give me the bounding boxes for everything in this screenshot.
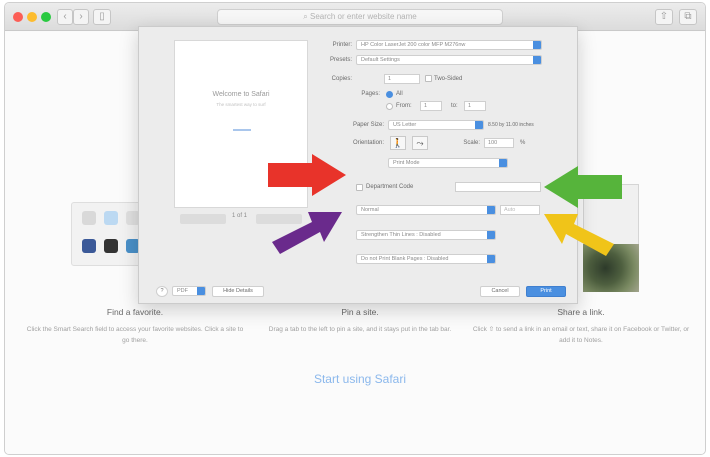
presets-label: Presets:	[329, 57, 352, 63]
sidebar-toggle-button[interactable]: ▯	[93, 9, 111, 25]
two-sided-checkbox[interactable]	[425, 75, 432, 82]
chevron-down-icon	[487, 231, 495, 239]
pdf-label: PDF	[177, 288, 188, 294]
apple-icon	[82, 211, 96, 225]
chevron-down-icon	[533, 56, 541, 64]
print-button[interactable]: Print	[526, 286, 566, 297]
printer-popup[interactable]: HP Color LaserJet 200 color MFP M276nw	[356, 40, 542, 50]
blank-pages-value: Do not Print Blank Pages : Disabled	[361, 256, 449, 262]
paper-size-popup[interactable]: US Letter	[388, 120, 484, 130]
chevron-down-icon	[533, 41, 541, 49]
page-count: 1 of 1	[232, 213, 248, 219]
tabs-overview-icon[interactable]: ⧉	[679, 9, 697, 25]
print-section-popup[interactable]: Print Mode	[388, 158, 508, 168]
blank-pages-popup[interactable]: Do not Print Blank Pages : Disabled	[356, 254, 496, 264]
landscape-orientation-button[interactable]: ⤳	[412, 136, 428, 150]
thin-lines-value: Strengthen Thin Lines : Disabled	[361, 232, 441, 238]
print-mode-value: Normal	[361, 207, 379, 213]
icloud-icon	[104, 211, 118, 225]
zoom-window-button[interactable]	[41, 12, 51, 22]
chevron-down-icon	[487, 206, 495, 214]
print-section-value: Print Mode	[393, 160, 420, 166]
preview-subtitle: The smartest way to surf	[216, 102, 266, 107]
presets-value: Default Settings	[361, 57, 400, 63]
mode-right-field[interactable]: Auto	[500, 205, 540, 215]
feature-text: Click the Smart Search field to access y…	[26, 326, 244, 344]
pages-all-radio[interactable]	[386, 91, 393, 98]
department-code-checkbox[interactable]	[356, 184, 363, 191]
search-icon: ⌕	[303, 12, 310, 21]
feature-text: Drag a tab to the left to pin a site, an…	[268, 326, 452, 333]
scale-label: Scale:	[463, 140, 480, 146]
feature-title: Share a link.	[557, 307, 605, 317]
scale-unit: %	[520, 140, 526, 146]
facebook-icon	[82, 239, 96, 253]
department-code-label: Department Code	[366, 184, 414, 190]
cancel-button[interactable]: Cancel	[480, 286, 520, 297]
chevron-down-icon	[197, 287, 205, 295]
help-button[interactable]: ?	[156, 286, 168, 297]
purple-arrow	[272, 212, 342, 254]
print-mode-popup[interactable]: Normal	[356, 205, 496, 215]
chevron-down-icon	[499, 159, 507, 167]
orientation-label: Orientation:	[352, 140, 384, 146]
department-code-field[interactable]	[455, 182, 541, 192]
pages-label: Pages:	[361, 91, 380, 97]
paper-dimensions: 8.50 by 11.00 inches	[488, 122, 534, 128]
feature-text: Click ⇧ to send a link in an email or te…	[472, 326, 690, 344]
preview-link-line	[233, 129, 251, 131]
copies-field[interactable]: 1	[384, 74, 420, 84]
feature-pin: Pin a site. Drag a tab to the left to pi…	[250, 307, 470, 335]
paper-size-value: US Letter	[393, 122, 417, 128]
yellow-arrow	[544, 214, 614, 256]
minimize-window-button[interactable]	[27, 12, 37, 22]
start-using-safari-link[interactable]: Start using Safari	[260, 372, 460, 386]
presets-popup[interactable]: Default Settings	[356, 55, 542, 65]
chevron-down-icon	[487, 255, 495, 263]
smart-search-field[interactable]: ⌕ Search or enter website name	[217, 9, 503, 25]
thin-lines-popup[interactable]: Strengthen Thin Lines : Disabled	[356, 230, 496, 240]
pages-to-label: to:	[451, 103, 458, 109]
feature-share: Share a link. Click ⇧ to send a link in …	[471, 307, 691, 346]
scale-field[interactable]: 100	[484, 138, 514, 148]
chevron-down-icon	[475, 121, 483, 129]
back-button[interactable]: ‹	[57, 9, 73, 25]
printer-value: HP Color LaserJet 200 color MFP M276nw	[361, 42, 466, 48]
paper-size-label: Paper Size:	[352, 122, 384, 128]
preview-title: Welcome to Safari	[212, 91, 270, 98]
feature-title: Find a favorite.	[106, 307, 164, 317]
close-window-button[interactable]	[13, 12, 23, 22]
two-sided-label: Two-Sided	[434, 76, 463, 82]
pages-range-radio[interactable]	[386, 103, 393, 110]
pages-from-label: From:	[396, 103, 412, 109]
red-arrow	[268, 154, 346, 196]
feature-favorites: Find a favorite. Click the Smart Search …	[25, 307, 245, 346]
printer-label: Printer:	[332, 42, 352, 48]
hide-details-button[interactable]: Hide Details	[212, 286, 264, 297]
copies-label: Copies:	[331, 76, 352, 82]
pages-all-label: All	[396, 91, 403, 97]
green-arrow	[544, 166, 622, 208]
portrait-orientation-button[interactable]: 🚶	[390, 136, 406, 150]
address-placeholder: Search or enter website name	[309, 12, 417, 21]
share-icon[interactable]: ⇧	[655, 9, 673, 25]
pages-to-field[interactable]: 1	[464, 101, 486, 111]
feature-title: Pin a site.	[341, 307, 379, 317]
page-back-control[interactable]	[180, 214, 226, 224]
pdf-menu-button[interactable]: PDF	[172, 286, 206, 296]
forward-button[interactable]: ›	[73, 9, 89, 25]
pages-from-field[interactable]: 1	[420, 101, 442, 111]
news-icon	[104, 239, 118, 253]
